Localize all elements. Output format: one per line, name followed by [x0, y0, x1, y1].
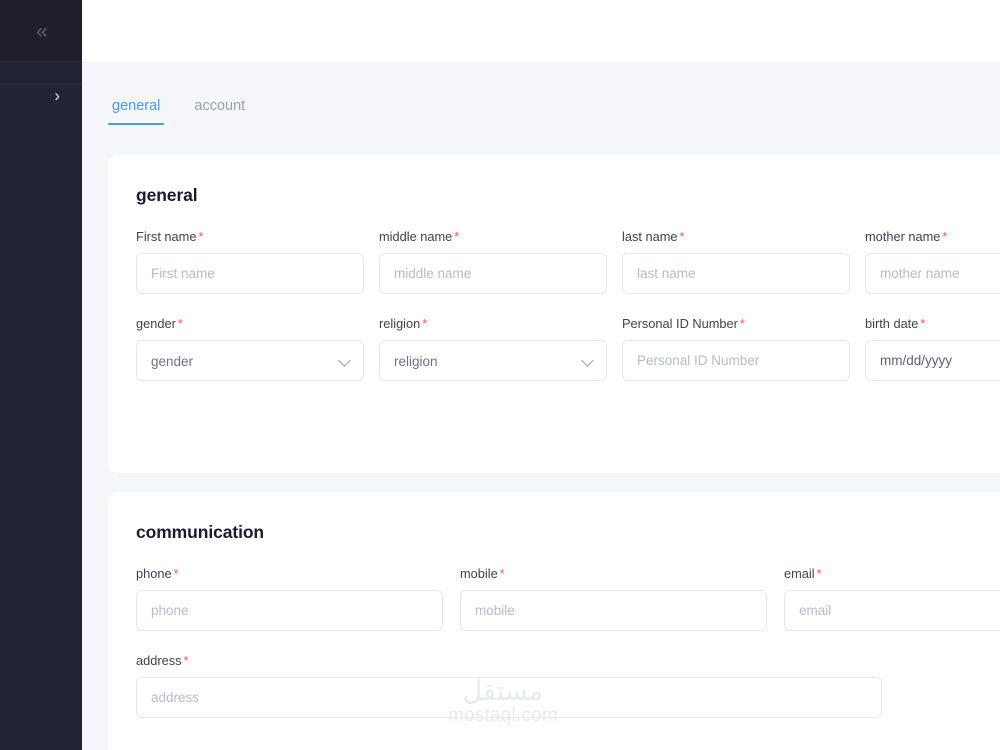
field-label: mobile *: [460, 566, 767, 581]
religion-select-value: religion: [394, 354, 438, 369]
field-label: birth date *: [865, 316, 1000, 331]
top-header-bar: [82, 0, 1000, 62]
label-text: gender: [136, 316, 176, 331]
label-text: address: [136, 653, 182, 668]
label-text: last name: [622, 229, 678, 244]
field-address: address *: [136, 653, 882, 718]
card-communication: communication phone* mobile* email*: [108, 492, 1000, 750]
label-text: religion: [379, 316, 421, 331]
field-label: mother name *: [865, 229, 1000, 244]
field-label: religion *: [379, 316, 607, 331]
required-marker: *: [739, 317, 745, 331]
tab-general[interactable]: general: [108, 98, 165, 125]
required-marker: *: [183, 654, 189, 668]
required-marker: *: [422, 317, 428, 331]
sidebar-header: «: [0, 0, 82, 62]
field-mother-name: mother name *: [865, 229, 1000, 294]
address-input[interactable]: [136, 677, 882, 718]
email-input[interactable]: [784, 590, 1000, 631]
field-religion: religion * religion: [379, 316, 607, 381]
required-marker: *: [942, 230, 948, 244]
religion-select[interactable]: religion: [379, 340, 607, 381]
tab-account[interactable]: account: [190, 98, 249, 125]
field-label: gender *: [136, 316, 364, 331]
form-row: phone* mobile* email*: [136, 566, 1000, 631]
religion-select-control[interactable]: religion: [379, 340, 607, 381]
field-label: middle name *: [379, 229, 607, 244]
section-title-general: general: [136, 185, 198, 205]
field-birth-date: birth date *: [865, 316, 1000, 381]
label-text: birth date: [865, 316, 919, 331]
field-label: address *: [136, 653, 882, 668]
required-marker: *: [499, 567, 505, 581]
label-text: First name: [136, 229, 197, 244]
required-marker: *: [920, 317, 926, 331]
gender-select[interactable]: gender: [136, 340, 364, 381]
mother-name-input[interactable]: [865, 253, 1000, 294]
sidebar-divider: [0, 84, 82, 85]
form-row: gender * gender religion * religion Pers…: [136, 316, 1000, 381]
sidebar: « ›: [0, 0, 82, 750]
field-middle-name: middle name *: [379, 229, 607, 294]
required-marker: *: [816, 567, 822, 581]
field-label: last name *: [622, 229, 850, 244]
field-label: First name *: [136, 229, 364, 244]
gender-select-value: gender: [151, 354, 194, 369]
personal-id-number-input[interactable]: [622, 340, 850, 381]
field-label: phone *: [136, 566, 443, 581]
section-title-communication: communication: [136, 522, 265, 542]
tab-bar: general account: [82, 62, 1000, 155]
required-marker: *: [198, 230, 204, 244]
field-label: Personal ID Number *: [622, 316, 850, 331]
required-marker: *: [454, 230, 460, 244]
first-name-input[interactable]: [136, 253, 364, 294]
form-row: address *: [136, 653, 1000, 718]
form-row: First name* middle name* last name* moth…: [136, 229, 1000, 294]
label-text: Personal ID Number: [622, 316, 738, 331]
gender-select-control[interactable]: gender: [136, 340, 364, 381]
main-content: general account general First name* midd…: [82, 62, 1000, 750]
required-marker: *: [679, 230, 685, 244]
card-general: general First name* middle name* last na…: [108, 155, 1000, 473]
chevron-right-icon[interactable]: ›: [54, 87, 60, 104]
field-personal-id-number: Personal ID Number *: [622, 316, 850, 381]
field-phone: phone *: [136, 566, 443, 631]
label-text: email: [784, 566, 815, 581]
chevron-double-left-icon[interactable]: «: [36, 21, 48, 42]
last-name-input[interactable]: [622, 253, 850, 294]
label-text: middle name: [379, 229, 453, 244]
sidebar-body: ›: [0, 62, 82, 750]
required-marker: *: [177, 317, 183, 331]
field-email: email *: [784, 566, 1000, 631]
label-text: phone: [136, 566, 172, 581]
field-label: email *: [784, 566, 1000, 581]
phone-input[interactable]: [136, 590, 443, 631]
birth-date-input[interactable]: [865, 340, 1000, 381]
label-text: mother name: [865, 229, 941, 244]
mobile-input[interactable]: [460, 590, 767, 631]
label-text: mobile: [460, 566, 498, 581]
field-last-name: last name *: [622, 229, 850, 294]
field-first-name: First name *: [136, 229, 364, 294]
middle-name-input[interactable]: [379, 253, 607, 294]
required-marker: *: [173, 567, 179, 581]
field-gender: gender * gender: [136, 316, 364, 381]
field-mobile: mobile *: [460, 566, 767, 631]
